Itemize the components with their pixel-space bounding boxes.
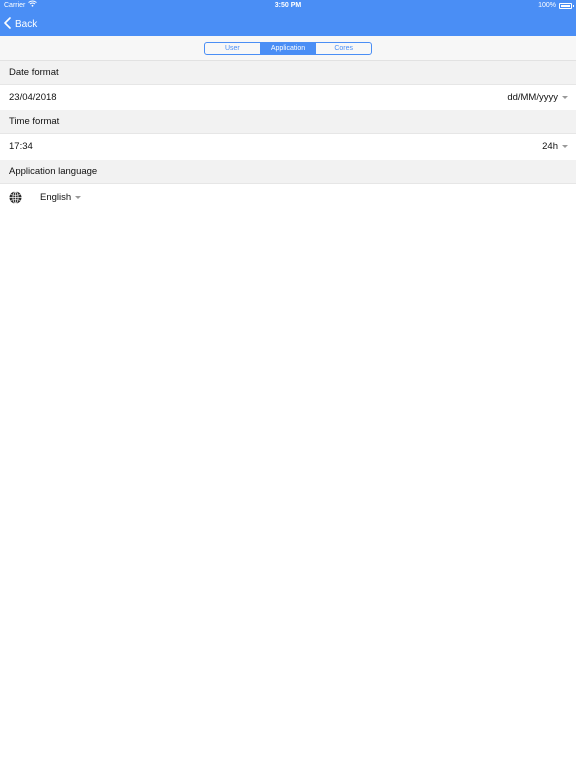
back-label: Back	[15, 18, 38, 30]
segmented-control: User Application Cores	[204, 42, 372, 55]
segment-bar: User Application Cores	[0, 36, 576, 61]
time-format-dropdown[interactable]: 24h	[542, 134, 568, 159]
date-format-header: Date format	[0, 61, 576, 85]
caret-down-icon	[75, 196, 82, 199]
date-preview: 23/04/2018	[9, 92, 57, 103]
status-right: 100%	[538, 0, 574, 12]
date-format-selected: dd/MM/yyyy	[507, 92, 558, 103]
date-format-row: 23/04/2018 dd/MM/yyyy	[0, 85, 576, 110]
back-button[interactable]: Back	[4, 15, 37, 33]
status-bar: Carrier 3:50 PM 100%	[0, 0, 576, 12]
caret-down-icon	[562, 145, 568, 148]
time-format-header: Time format	[0, 110, 576, 134]
time-preview: 17:34	[9, 141, 33, 152]
globe-icon	[9, 191, 22, 204]
app-header: Carrier 3:50 PM 100% Back	[0, 0, 576, 36]
date-format-dropdown[interactable]: dd/MM/yyyy	[507, 85, 568, 110]
battery-percent: 100%	[538, 2, 556, 9]
battery-icon	[559, 3, 574, 9]
language-selected: English	[40, 192, 72, 203]
status-time: 3:50 PM	[274, 2, 302, 9]
language-header: Application language	[0, 160, 576, 184]
tab-application[interactable]: Application	[259, 43, 316, 54]
nav-bar: Back	[0, 12, 576, 36]
language-row: English	[0, 185, 576, 210]
time-format-selected: 24h	[542, 141, 558, 152]
time-format-row: 17:34 24h	[0, 134, 576, 159]
tab-user[interactable]: User	[205, 43, 260, 54]
chevron-left-icon	[4, 16, 11, 32]
caret-down-icon	[562, 96, 568, 99]
language-dropdown[interactable]: English	[40, 185, 82, 210]
tab-cores[interactable]: Cores	[315, 43, 371, 54]
